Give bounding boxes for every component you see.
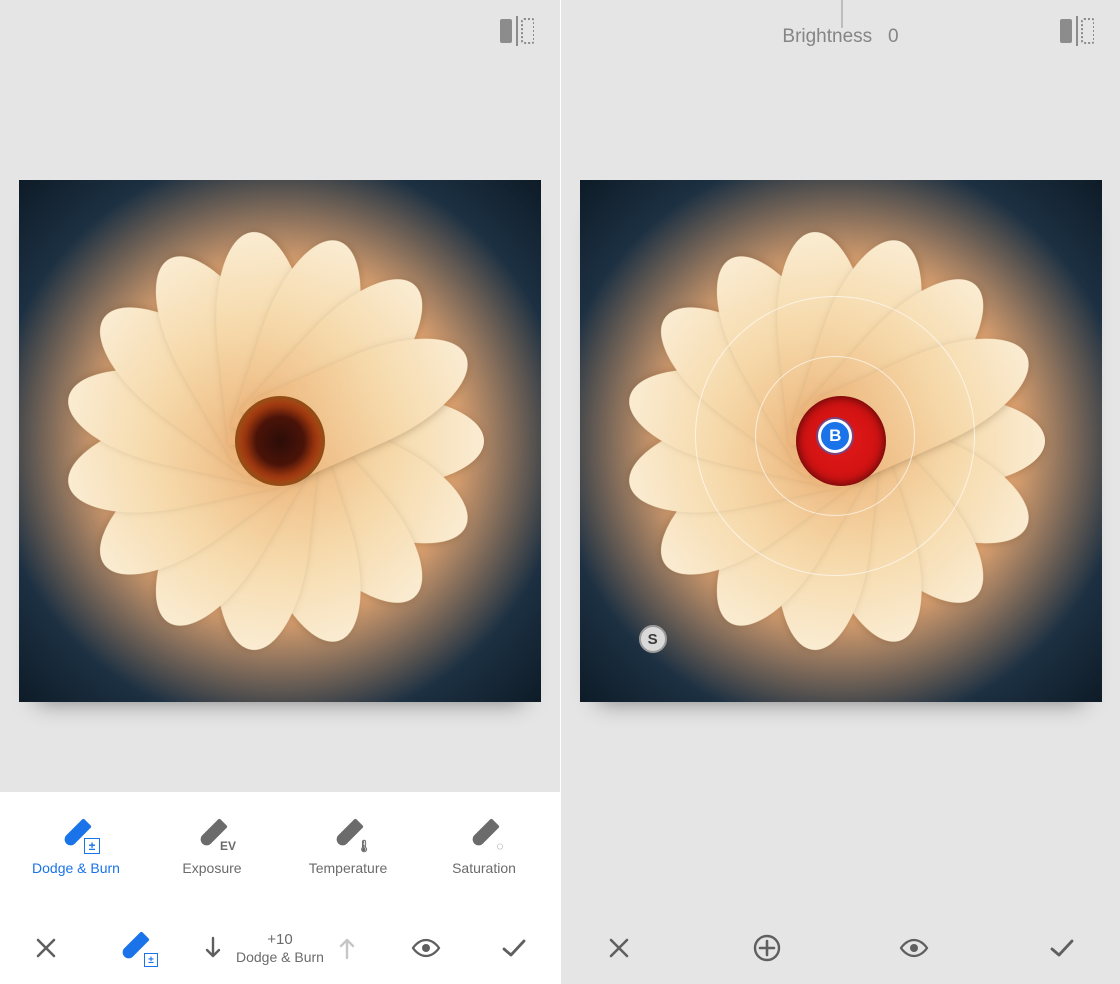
cancel-button[interactable] bbox=[24, 926, 68, 970]
brush-dodge-burn-icon: ± bbox=[56, 818, 96, 852]
brush-temperature-icon: 🌡 bbox=[328, 818, 368, 852]
intensity-stepper: +10 Dodge & Burn bbox=[200, 931, 360, 964]
brush-temperature-label: Temperature bbox=[286, 860, 410, 876]
brush-exposure-label: Exposure bbox=[150, 860, 274, 876]
intensity-decrease-button[interactable] bbox=[200, 935, 226, 961]
active-brush-indicator[interactable]: ± bbox=[112, 926, 156, 970]
panel-selective-editor: Brightness 0 B bbox=[560, 0, 1120, 984]
slider-center-tick bbox=[841, 0, 843, 28]
header-left bbox=[0, 0, 560, 80]
apply-button[interactable] bbox=[1040, 926, 1084, 970]
control-point-saturation[interactable]: S bbox=[639, 625, 667, 653]
photo-canvas-right[interactable]: B S bbox=[561, 180, 1120, 702]
brush-saturation[interactable]: ◌ Saturation bbox=[422, 818, 546, 876]
intensity-label: +10 Dodge & Burn bbox=[236, 931, 324, 964]
compare-icon[interactable] bbox=[500, 16, 534, 46]
compare-icon[interactable] bbox=[1060, 16, 1094, 46]
parameter-name: Brightness bbox=[782, 26, 872, 47]
brush-selector-row: ± Dodge & Burn EV Exposure 🌡 Temperature… bbox=[0, 792, 560, 912]
header-right: Brightness 0 bbox=[561, 0, 1120, 80]
parameter-value: 0 bbox=[888, 26, 899, 47]
panel-brush-editor: ± Dodge & Burn EV Exposure 🌡 Temperature… bbox=[0, 0, 560, 984]
toolbar-right bbox=[561, 912, 1120, 984]
apply-button[interactable] bbox=[492, 926, 536, 970]
photo bbox=[19, 180, 541, 702]
intensity-increase-button[interactable] bbox=[334, 935, 360, 961]
control-point-brightness[interactable]: B bbox=[818, 419, 852, 453]
add-point-button[interactable] bbox=[745, 926, 789, 970]
photo-canvas-left[interactable] bbox=[0, 180, 560, 702]
brush-saturation-label: Saturation bbox=[422, 860, 546, 876]
flower-center bbox=[235, 396, 325, 486]
intensity-value: +10 bbox=[236, 931, 324, 948]
brush-icon: ± bbox=[114, 931, 154, 965]
photo: B S bbox=[580, 180, 1102, 702]
parameter-readout: Brightness 0 bbox=[561, 26, 1120, 48]
mask-preview-button[interactable] bbox=[404, 926, 448, 970]
brush-temperature[interactable]: 🌡 Temperature bbox=[286, 818, 410, 876]
brush-exposure[interactable]: EV Exposure bbox=[150, 818, 274, 876]
brush-saturation-icon: ◌ bbox=[464, 818, 504, 852]
brush-dodge-burn[interactable]: ± Dodge & Burn bbox=[14, 818, 138, 876]
brush-dodge-burn-label: Dodge & Burn bbox=[14, 860, 138, 876]
toolbar-left: ± +10 Dodge & Burn bbox=[0, 912, 560, 984]
intensity-name: Dodge & Burn bbox=[236, 949, 324, 965]
mask-preview-button[interactable] bbox=[892, 926, 936, 970]
cancel-button[interactable] bbox=[597, 926, 641, 970]
brush-exposure-icon: EV bbox=[192, 818, 232, 852]
